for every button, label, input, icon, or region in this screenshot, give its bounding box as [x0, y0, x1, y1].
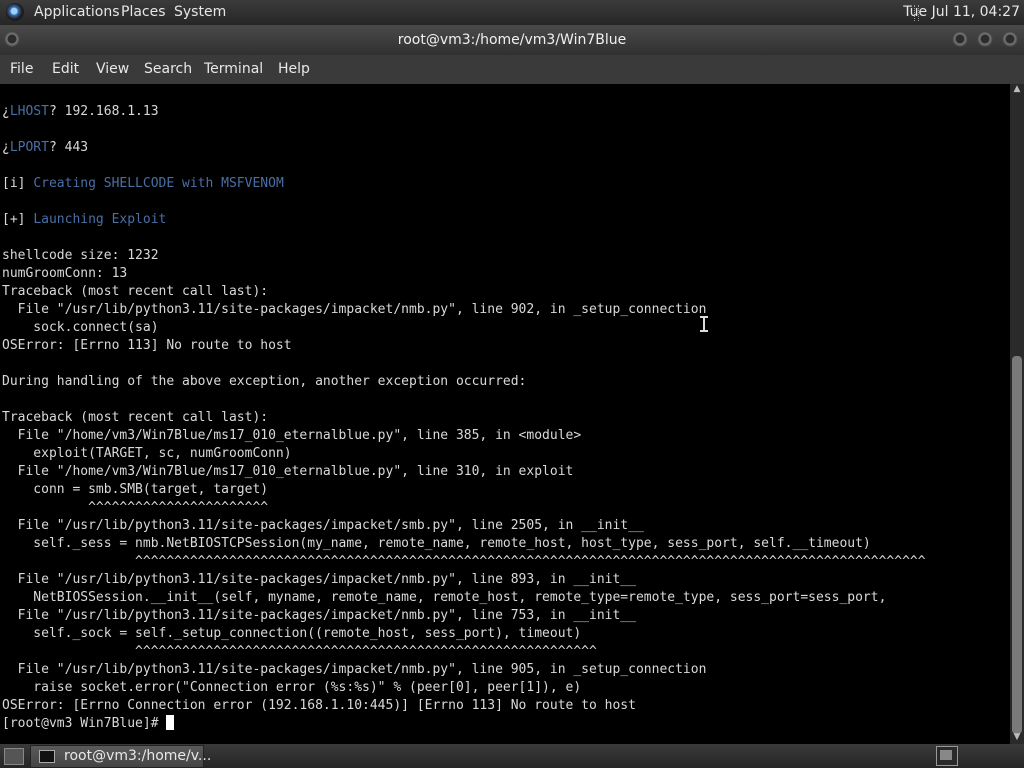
top-panel: Applications Places System Tue Jul 11, 0… [0, 0, 1024, 25]
terminal-line: shellcode size: 1232 [2, 248, 159, 263]
menu-file[interactable]: File [10, 61, 33, 77]
terminal-line: OSError: [Errno Connection error (192.16… [2, 698, 636, 713]
line-prefix: [+] [2, 212, 34, 227]
taskbar-terminal-button[interactable]: root@vm3:/home/v... [30, 745, 211, 768]
menu-search[interactable]: Search [144, 61, 192, 77]
terminal-line: sock.connect(sa) [2, 320, 159, 335]
line-highlight: LPORT [9, 140, 49, 155]
terminal-line: self._sock = self._setup_connection((rem… [2, 626, 582, 641]
terminal-line: conn = smb.SMB(target, target) [2, 482, 269, 497]
terminal-line: ¿LHOST? 192.168.1.13 [2, 103, 926, 121]
terminal-line: ¿LPORT? 443 [2, 139, 926, 157]
menu-applications[interactable]: Applications [34, 4, 120, 20]
line-highlight: Creating SHELLCODE with MSFVENOM [33, 176, 284, 191]
line-prefix: [i] [2, 176, 34, 191]
terminal-line: During handling of the above exception, … [2, 374, 527, 389]
menu-places[interactable]: Places [121, 4, 166, 20]
scroll-down-arrow-icon[interactable]: ▼ [1010, 732, 1024, 744]
distro-logo-icon[interactable] [6, 3, 24, 21]
window-titlebar[interactable]: root@vm3:/home/vm3/Win7Blue [0, 25, 1024, 55]
line-rest: ? 192.168.1.13 [48, 104, 159, 119]
menu-help[interactable]: Help [278, 61, 310, 77]
bottom-panel: root@vm3:/home/v... [0, 744, 1024, 768]
show-desktop-icon[interactable] [4, 748, 24, 765]
terminal-line: Traceback (most recent call last): [2, 284, 269, 299]
menu-system[interactable]: System [174, 4, 226, 20]
vertical-scrollbar[interactable]: ▲ ▼ [1010, 84, 1024, 744]
close-button[interactable] [1002, 31, 1018, 47]
workspace-switcher-icon[interactable] [936, 746, 958, 766]
terminal-line: exploit(TARGET, sc, numGroomConn) [2, 446, 292, 461]
terminal-line: File "/usr/lib/python3.11/site-packages/… [2, 302, 707, 317]
menu-terminal[interactable]: Terminal [204, 61, 263, 77]
terminal-line: File "/usr/lib/python3.11/site-packages/… [2, 518, 644, 533]
scrollbar-thumb[interactable] [1012, 356, 1022, 734]
terminal-line: OSError: [Errno 113] No route to host [2, 338, 292, 353]
scroll-up-arrow-icon[interactable]: ▲ [1010, 84, 1024, 96]
terminal-line: numGroomConn: 13 [2, 266, 128, 281]
line-prefix: ¿ [2, 104, 10, 119]
minimize-button[interactable] [952, 31, 968, 47]
terminal-line: self._sess = nmb.NetBIOSTCPSession(my_na… [2, 536, 871, 551]
maximize-button[interactable] [977, 31, 993, 47]
line-prefix: ¿ [2, 140, 10, 155]
terminal-line: ^^^^^^^^^^^^^^^^^^^^^^^ [2, 500, 269, 515]
text-cursor-ibeam-icon [700, 316, 708, 332]
terminal-line: File "/usr/lib/python3.11/site-packages/… [2, 662, 707, 677]
terminal-line: [+] Launching Exploit [2, 211, 926, 229]
menu-edit[interactable]: Edit [52, 61, 79, 77]
window-title: root@vm3:/home/vm3/Win7Blue [397, 32, 627, 48]
terminal-line: File "/home/vm3/Win7Blue/ms17_010_eterna… [2, 464, 574, 479]
terminal-line: Traceback (most recent call last): [2, 410, 269, 425]
line-highlight: LHOST [9, 104, 49, 119]
terminal-line: File "/usr/lib/python3.11/site-packages/… [2, 608, 636, 623]
shell-prompt-line[interactable]: [root@vm3 Win7Blue]# [2, 715, 926, 733]
terminal-line: File "/home/vm3/Win7Blue/ms17_010_eterna… [2, 428, 582, 443]
terminal-icon [39, 750, 55, 763]
terminal-line: ^^^^^^^^^^^^^^^^^^^^^^^^^^^^^^^^^^^^^^^^… [2, 554, 926, 569]
taskbar-terminal-label: root@vm3:/home/v... [64, 748, 212, 764]
terminal-line: raise socket.error("Connection error (%s… [2, 680, 582, 695]
text-cursor [166, 715, 175, 730]
menu-view[interactable]: View [96, 61, 129, 77]
terminal-line: File "/usr/lib/python3.11/site-packages/… [2, 572, 636, 587]
terminal-output[interactable]: ¿LHOST? 192.168.1.13 ¿LPORT? 443 [i] Creat… [0, 84, 1010, 744]
clock[interactable]: Tue Jul 11, 04:27 [903, 4, 1020, 20]
terminal-lines: ¿LHOST? 192.168.1.13 ¿LPORT? 443 [i] Creat… [2, 103, 926, 733]
line-highlight: Launching Exploit [33, 212, 167, 227]
terminal-line: NetBIOSSession.__init__(self, myname, re… [2, 590, 887, 605]
line-rest: ? 443 [48, 140, 89, 155]
shell-prompt: [root@vm3 Win7Blue]# [2, 716, 167, 731]
terminal-menubar: File Edit View Search Terminal Help [0, 55, 1024, 85]
terminal-line: [i] Creating SHELLCODE with MSFVENOM [2, 175, 926, 193]
terminal-line: ^^^^^^^^^^^^^^^^^^^^^^^^^^^^^^^^^^^^^^^^… [2, 644, 597, 659]
